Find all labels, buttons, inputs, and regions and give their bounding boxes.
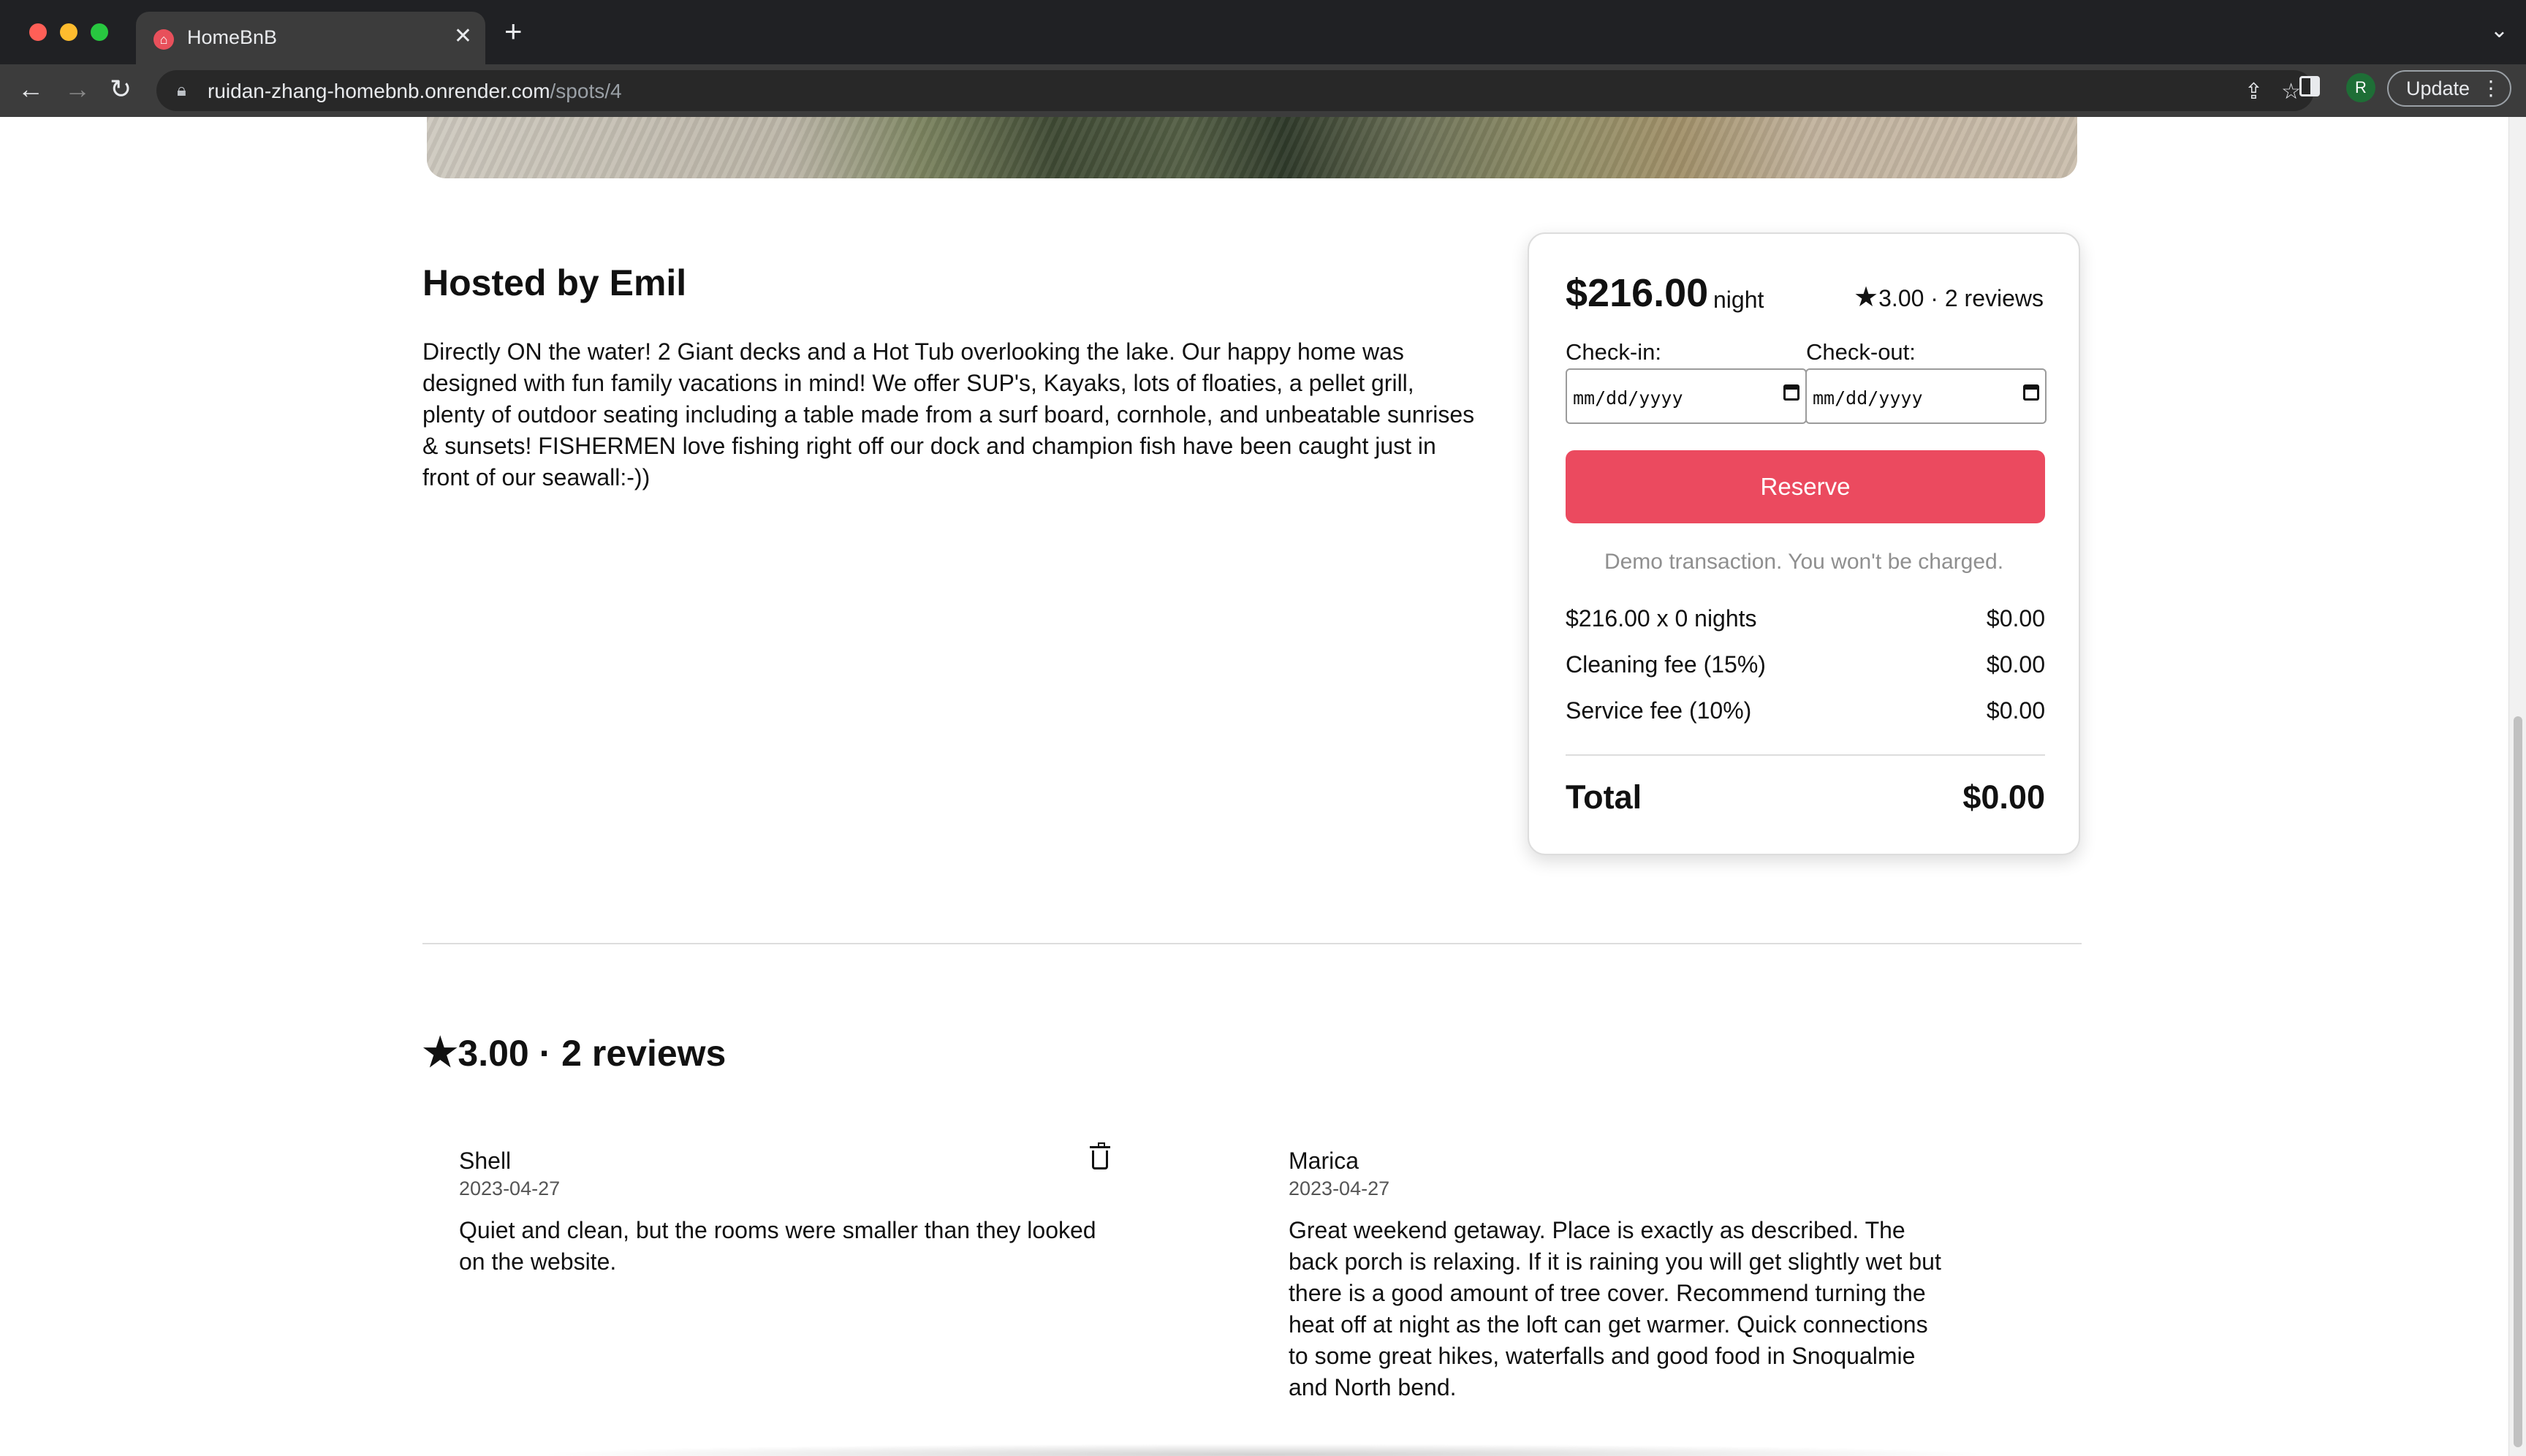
page-scrollbar[interactable] <box>2508 117 2526 1456</box>
checkout-label: Check-out: <box>1806 339 1916 365</box>
more-vertical-icon: ⋮ <box>2481 77 2501 99</box>
fee-row-service: Service fee (10%) $0.00 <box>1566 697 2045 724</box>
star-icon: ★ <box>1854 282 1879 313</box>
card-rating: ★3.00 · 2 reviews <box>1854 281 2044 314</box>
browser-tab-strip: ⌂ HomeBnB ✕ + ⌄ <box>0 0 2526 64</box>
bookmark-star-icon[interactable]: ☆ <box>2281 79 2301 105</box>
section-divider <box>422 943 2082 944</box>
demo-note: Demo transaction. You won't be charged. <box>1604 550 2004 574</box>
forward-arrow-icon[interactable]: → <box>64 75 91 104</box>
calendar-icon[interactable] <box>1783 384 1799 401</box>
fee-amount: $0.00 <box>1986 697 2045 724</box>
total-row: Total $0.00 <box>1566 778 2045 816</box>
checkout-placeholder: mm/dd/yyyy <box>1813 387 1923 409</box>
back-arrow-icon[interactable]: ← <box>18 75 44 104</box>
card-rating-text: 3.00 · 2 reviews <box>1878 285 2044 311</box>
fee-amount: $0.00 <box>1986 651 2045 678</box>
fee-row-nights: $216.00 x 0 nights $0.00 <box>1566 605 2045 632</box>
update-button[interactable]: Update ⋮ <box>2387 70 2511 107</box>
tab-close-icon[interactable]: ✕ <box>454 23 472 49</box>
lock-icon: 🔒︎ <box>177 80 186 100</box>
window-minimize-button[interactable] <box>60 23 77 41</box>
checkin-label: Check-in: <box>1566 339 1661 365</box>
window-zoom-button[interactable] <box>91 23 108 41</box>
reviews-heading: ★3.00 · 2 reviews <box>422 1029 726 1075</box>
page-content: Hosted by Emil Directly ON the water! 2 … <box>0 117 2508 1456</box>
review-text: Quiet and clean, but the rooms were smal… <box>459 1217 1096 1275</box>
profile-avatar[interactable]: R <box>2346 73 2375 102</box>
checkin-date-input[interactable]: mm/dd/yyyy <box>1566 368 1807 424</box>
checkout-date-input[interactable]: mm/dd/yyyy <box>1805 368 2047 424</box>
browser-tab-active[interactable]: ⌂ HomeBnB ✕ <box>136 12 485 64</box>
total-label: Total <box>1566 778 1642 816</box>
url-path: /spots/4 <box>550 80 622 102</box>
review-card: Shell 2023-04-27 Quiet and clean, but th… <box>459 1142 1117 1278</box>
homebnb-favicon-icon: ⌂ <box>153 29 174 50</box>
reload-icon[interactable]: ↻ <box>110 75 132 104</box>
reservation-card: $216.00 night ★3.00 · 2 reviews Check-in… <box>1528 232 2080 855</box>
share-icon[interactable]: ⇪ <box>2245 79 2263 105</box>
address-bar[interactable]: 🔒︎ ruidan-zhang-homebnb.onrender.com/spo… <box>156 70 2314 111</box>
host-title: Hosted by Emil <box>422 262 687 303</box>
total-amount: $0.00 <box>1962 778 2045 816</box>
review-date: 2023-04-27 <box>459 1178 561 1199</box>
reviewer-name: Shell <box>459 1148 512 1174</box>
tab-title: HomeBnB <box>187 26 278 48</box>
update-label: Update <box>2406 77 2470 99</box>
new-tab-icon[interactable]: + <box>504 16 523 47</box>
url-host: ruidan-zhang-homebnb.onrender.com <box>208 80 550 102</box>
delete-review-trash-icon[interactable] <box>1090 1142 1110 1169</box>
fee-label: $216.00 x 0 nights <box>1566 605 1757 632</box>
reviews-heading-text: 3.00 · 2 reviews <box>458 1033 727 1074</box>
listing-photo <box>427 117 2077 178</box>
fee-row-cleaning: Cleaning fee (15%) $0.00 <box>1566 651 2045 678</box>
review-text: Great weekend getaway. Place is exactly … <box>1289 1217 1941 1400</box>
window-close-button[interactable] <box>29 23 47 41</box>
scrollbar-thumb[interactable] <box>2514 716 2522 1447</box>
fee-label: Service fee (10%) <box>1566 697 1752 724</box>
fee-label: Cleaning fee (15%) <box>1566 651 1766 678</box>
fee-amount: $0.00 <box>1986 605 2045 632</box>
url-text[interactable]: ruidan-zhang-homebnb.onrender.com/spots/… <box>208 80 622 103</box>
price-unit: night <box>1713 287 1764 313</box>
footer-shadow <box>534 1444 1995 1456</box>
star-icon: ★ <box>422 1031 458 1074</box>
side-panel-icon[interactable] <box>2299 76 2320 96</box>
checkin-placeholder: mm/dd/yyyy <box>1573 387 1683 409</box>
reserve-button[interactable]: Reserve <box>1566 450 2045 523</box>
review-date: 2023-04-27 <box>1289 1178 1390 1199</box>
listing-description: Directly ON the water! 2 Giant decks and… <box>422 338 1475 490</box>
nightly-price: $216.00 <box>1566 271 1709 315</box>
card-divider <box>1566 754 2045 756</box>
review-card: Marica 2023-04-27 Great weekend getaway.… <box>1289 1148 1946 1403</box>
tab-search-chevron-icon[interactable]: ⌄ <box>2490 18 2508 43</box>
calendar-icon[interactable] <box>2023 384 2039 401</box>
reviewer-name: Marica <box>1289 1148 1359 1174</box>
browser-toolbar: ← → ↻ 🔒︎ ruidan-zhang-homebnb.onrender.c… <box>0 64 2526 117</box>
